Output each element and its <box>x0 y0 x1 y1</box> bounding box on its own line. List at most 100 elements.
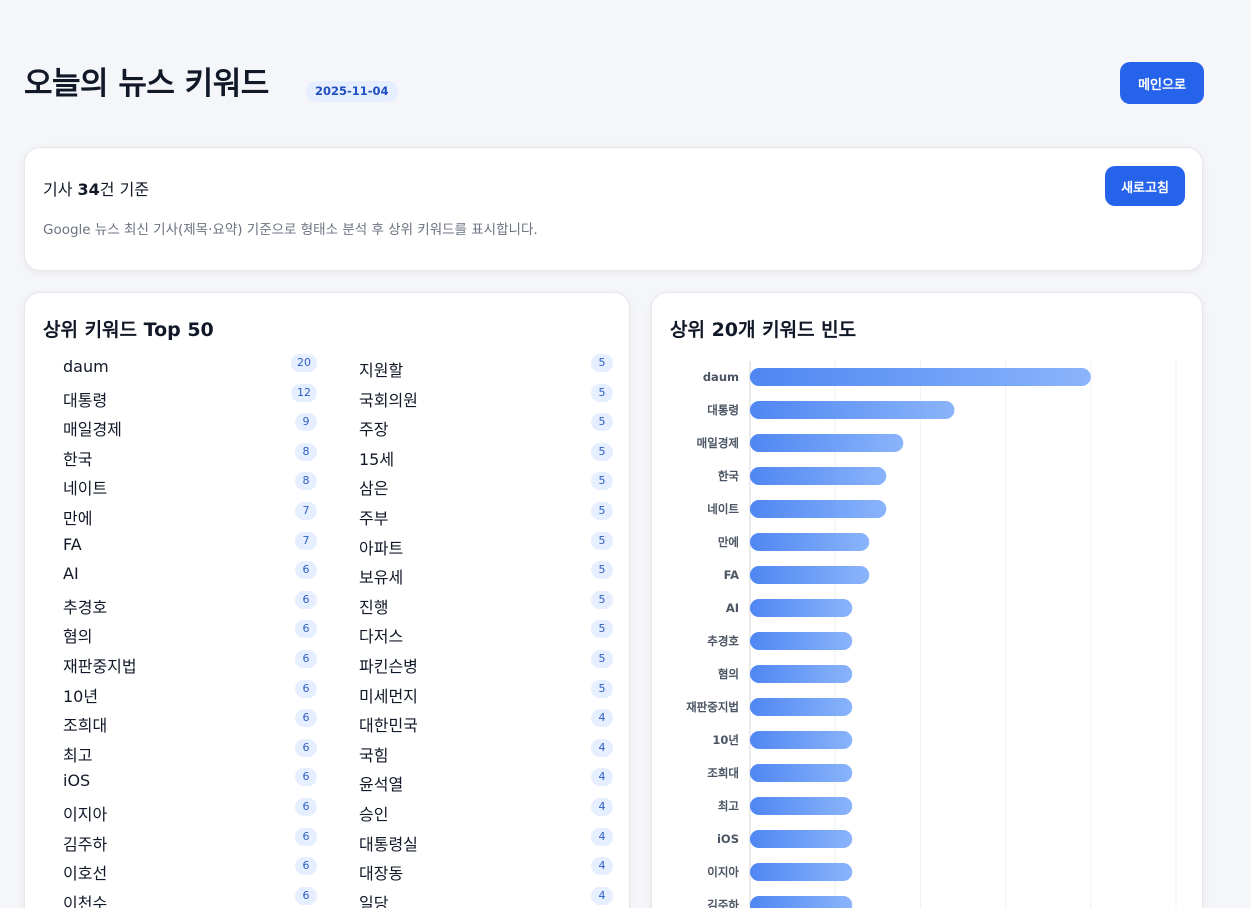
bar-category-label: AI <box>726 601 739 615</box>
bar[interactable] <box>750 467 887 485</box>
keyword-list-title: 상위 키워드 Top 50 <box>43 319 214 341</box>
keyword-item[interactable]: 윤석열 4 <box>359 765 613 795</box>
keyword-count-badge: 5 <box>591 649 613 668</box>
keyword-item[interactable]: 조희대 6 <box>63 706 317 736</box>
keyword-item[interactable]: daum 20 <box>63 351 317 381</box>
keyword-item[interactable]: 10년 6 <box>63 677 317 707</box>
keyword-name: 국회의원 <box>359 390 418 410</box>
keyword-item[interactable]: 일당 4 <box>359 884 613 908</box>
bar[interactable] <box>750 500 887 518</box>
keyword-count-badge: 5 <box>591 501 613 520</box>
keyword-count-badge: 5 <box>591 413 613 432</box>
refresh-button[interactable]: 새로고침 <box>1105 166 1185 206</box>
keyword-name: 대한민국 <box>359 716 418 736</box>
keyword-item[interactable]: iOS 6 <box>63 765 317 795</box>
bar[interactable] <box>750 632 853 650</box>
keyword-item[interactable]: 대한민국 4 <box>359 706 613 736</box>
keyword-item[interactable]: 대장동 4 <box>359 854 613 884</box>
bar[interactable] <box>750 863 853 881</box>
keyword-count-badge: 9 <box>295 413 317 432</box>
chart-card: 상위 20개 키워드 빈도 daum 대통령 매일경제 한국 네이트 만에 FA AI 추경호 혐… <box>651 292 1203 908</box>
bar[interactable] <box>750 533 870 551</box>
keyword-item[interactable]: 한국 8 <box>63 440 317 470</box>
bar[interactable] <box>750 764 853 782</box>
keyword-list-card: 상위 키워드 Top 50 daum 20 대통령 12 매일경제 9 한국 8 네이트 8 만에 7… <box>24 292 630 908</box>
keyword-item[interactable]: 보유세 5 <box>359 558 613 588</box>
keyword-name: 국힘 <box>359 745 389 765</box>
keyword-count-badge: 7 <box>295 501 317 520</box>
keyword-item[interactable]: 혐의 6 <box>63 617 317 647</box>
keyword-item[interactable]: 매일경제 9 <box>63 410 317 440</box>
bar-category-label: iOS <box>717 832 739 846</box>
keyword-item[interactable]: 재판중지법 6 <box>63 647 317 677</box>
keyword-item[interactable]: 삼은 5 <box>359 469 613 499</box>
bar-category-label: 10년 <box>712 733 739 747</box>
keyword-item[interactable]: 주장 5 <box>359 410 613 440</box>
bar[interactable] <box>750 368 1091 386</box>
keyword-name: daum <box>63 357 109 376</box>
bar[interactable] <box>750 434 904 452</box>
keyword-item[interactable]: 이지아 6 <box>63 795 317 825</box>
keyword-count-badge: 6 <box>295 738 317 757</box>
keyword-count-badge: 4 <box>591 827 613 846</box>
summary-card: 기사 34건 기준 Google 뉴스 최신 기사(제목·요약) 기준으로 형태… <box>24 147 1203 271</box>
keyword-item[interactable]: FA 7 <box>63 529 317 559</box>
keyword-item[interactable]: 대통령실 4 <box>359 825 613 855</box>
keyword-name: 다저스 <box>359 627 404 647</box>
bar[interactable] <box>750 401 955 419</box>
keyword-name: 만에 <box>63 508 93 528</box>
keyword-item[interactable]: 이호선 6 <box>63 854 317 884</box>
keyword-name: 재판중지법 <box>63 656 137 676</box>
keyword-item[interactable]: 만에 7 <box>63 499 317 529</box>
keyword-item[interactable]: 아파트 5 <box>359 529 613 559</box>
bar[interactable] <box>750 665 853 683</box>
keyword-name: 이호선 <box>63 864 108 884</box>
keyword-count-badge: 5 <box>591 383 613 402</box>
keyword-item[interactable]: 파킨슨병 5 <box>359 647 613 677</box>
keyword-item[interactable]: 추경호 6 <box>63 588 317 618</box>
keyword-item[interactable]: 진행 5 <box>359 588 613 618</box>
bar-category-label: 대통령 <box>707 403 739 417</box>
keyword-name: 승인 <box>359 804 389 824</box>
keyword-name: 한국 <box>63 449 93 469</box>
keyword-item[interactable]: 승인 4 <box>359 795 613 825</box>
keyword-count-badge: 4 <box>591 857 613 876</box>
keyword-item[interactable]: 김주하 6 <box>63 825 317 855</box>
bar[interactable] <box>750 896 853 908</box>
bar[interactable] <box>750 566 870 584</box>
keyword-name: 매일경제 <box>63 420 122 440</box>
keyword-item[interactable]: 최고 6 <box>63 736 317 766</box>
bar[interactable] <box>750 698 853 716</box>
bar[interactable] <box>750 599 853 617</box>
keyword-count-badge: 5 <box>591 531 613 550</box>
keyword-item[interactable]: 지원할 5 <box>359 351 613 381</box>
keyword-item[interactable]: 다저스 5 <box>359 617 613 647</box>
bar-category-label: 이지아 <box>707 865 739 879</box>
keyword-name: AI <box>63 564 79 584</box>
keyword-item[interactable]: AI 6 <box>63 558 317 588</box>
keyword-item[interactable]: 미세먼지 5 <box>359 677 613 707</box>
keyword-item[interactable]: 15세 5 <box>359 440 613 470</box>
keyword-name: 아파트 <box>359 538 404 558</box>
keyword-item[interactable]: 대통령 12 <box>63 381 317 411</box>
bar[interactable] <box>750 731 853 749</box>
keyword-count-badge: 4 <box>591 886 613 905</box>
keyword-count-badge: 20 <box>291 354 317 372</box>
keyword-count-badge: 5 <box>591 442 613 461</box>
keyword-count-badge: 6 <box>295 620 317 639</box>
bar-category-label: FA <box>724 568 740 582</box>
keyword-item[interactable]: 국힘 4 <box>359 736 613 766</box>
main-button[interactable]: 메인으로 <box>1120 62 1204 104</box>
keyword-count-badge: 4 <box>591 738 613 757</box>
bar[interactable] <box>750 830 853 848</box>
bar-category-label: 최고 <box>718 799 740 813</box>
keyword-item[interactable]: 주부 5 <box>359 499 613 529</box>
count-suffix: 건 기준 <box>99 180 150 199</box>
bar-category-label: 김주하 <box>707 898 739 908</box>
keyword-item[interactable]: 이천수 6 <box>63 884 317 908</box>
date-badge: 2025-11-04 <box>306 81 398 102</box>
count-prefix: 기사 <box>43 180 78 199</box>
keyword-item[interactable]: 네이트 8 <box>63 469 317 499</box>
keyword-item[interactable]: 국회의원 5 <box>359 381 613 411</box>
bar[interactable] <box>750 797 853 815</box>
